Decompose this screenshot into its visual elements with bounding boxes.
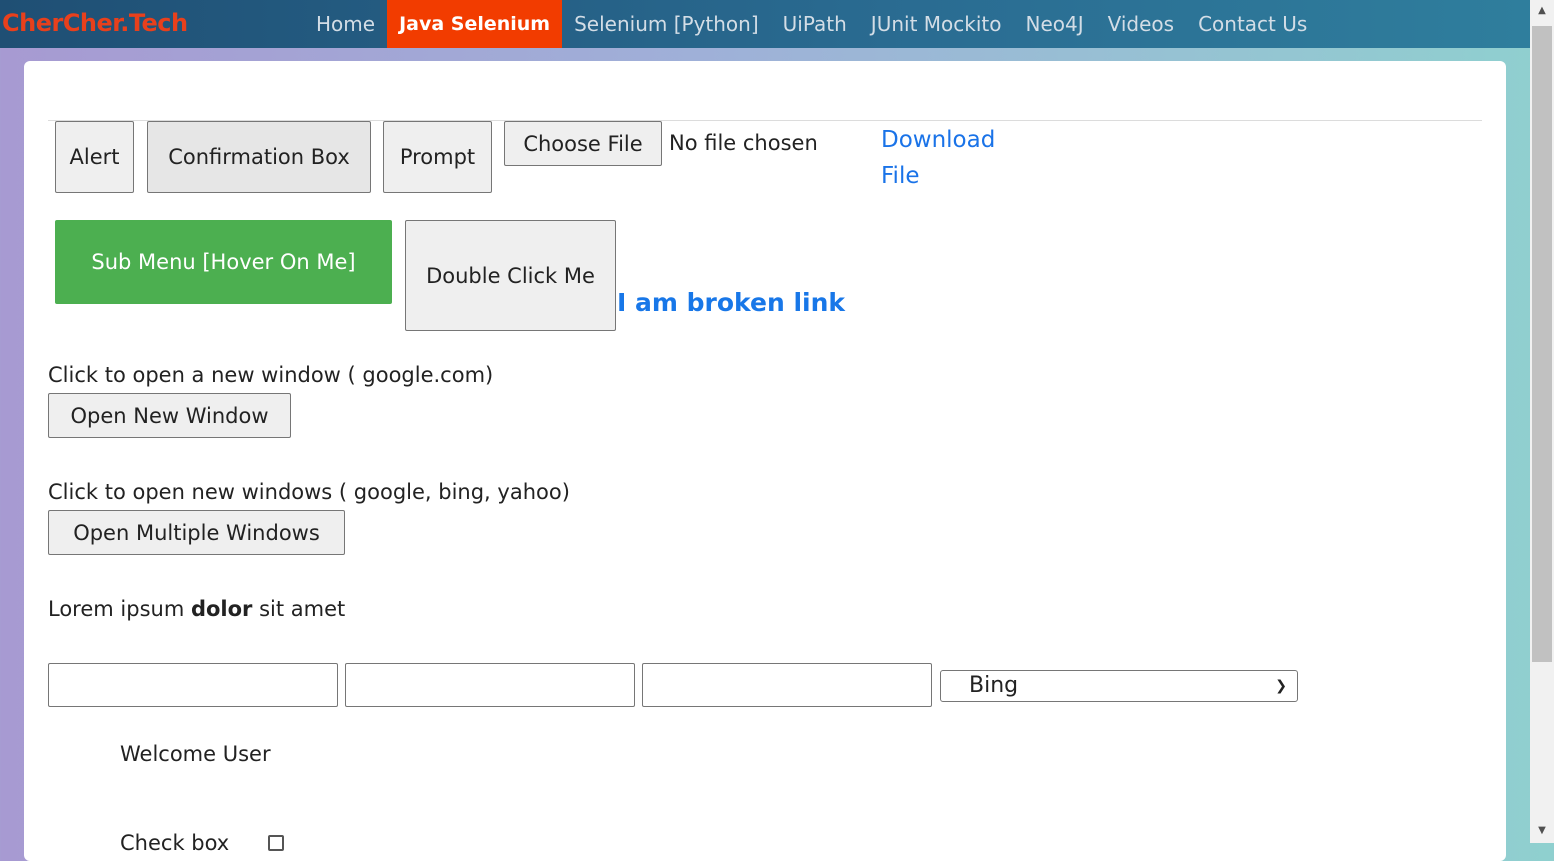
main-nav: Home Java Selenium Selenium [Python] UiP… (304, 0, 1319, 48)
scroll-down-arrow-icon[interactable]: ▼ (1530, 822, 1554, 840)
prompt-button[interactable]: Prompt (383, 121, 492, 193)
new-window-label: Click to open a new window ( google.com) (48, 363, 494, 387)
confirmation-box-button[interactable]: Confirmation Box (147, 121, 371, 193)
alert-button[interactable]: Alert (55, 121, 134, 193)
nav-uipath[interactable]: UiPath (771, 0, 859, 48)
multi-window-label: Click to open new windows ( google, bing… (48, 480, 570, 504)
nav-selenium-python[interactable]: Selenium [Python] (562, 0, 771, 48)
open-multiple-windows-button[interactable]: Open Multiple Windows (48, 510, 345, 555)
lorem-end: sit amet (252, 597, 346, 621)
vertical-scrollbar[interactable]: ▲ ▼ (1530, 0, 1554, 843)
chevron-down-icon: ❯ (1275, 678, 1287, 694)
search-engine-select[interactable]: Bing ❯ (940, 670, 1298, 702)
nav-neo4j[interactable]: Neo4J (1013, 0, 1095, 48)
lorem-start: Lorem ipsum (48, 597, 191, 621)
nav-home[interactable]: Home (304, 0, 387, 48)
choose-file-button[interactable]: Choose File (504, 121, 662, 166)
text-input-2[interactable] (345, 663, 635, 707)
scroll-thumb[interactable] (1532, 26, 1552, 662)
nav-contact-us[interactable]: Contact Us (1186, 0, 1319, 48)
text-input-3[interactable] (642, 663, 932, 707)
broken-link[interactable]: I am broken link (617, 288, 845, 317)
text-input-1[interactable] (48, 663, 338, 707)
file-status: No file chosen (669, 131, 818, 155)
scroll-up-arrow-icon[interactable]: ▲ (1530, 2, 1554, 20)
lorem-text: Lorem ipsum dolor sit amet (48, 597, 345, 621)
select-value: Bing (969, 673, 1019, 698)
open-new-window-button[interactable]: Open New Window (48, 393, 291, 438)
download-link-line1: Download (881, 127, 996, 153)
nav-videos[interactable]: Videos (1096, 0, 1186, 48)
lorem-bold: dolor (190, 597, 253, 621)
download-link-line2: File (881, 163, 920, 189)
nav-junit-mockito[interactable]: JUnit Mockito (859, 0, 1014, 48)
double-click-button[interactable]: Double Click Me (405, 220, 616, 331)
brand-logo[interactable]: CherCher.Tech (2, 9, 188, 37)
top-navbar: CherCher.Tech Home Java Selenium Seleniu… (0, 0, 1530, 48)
main-panel: Alert Confirmation Box Prompt Choose Fil… (24, 61, 1506, 861)
nav-java-selenium[interactable]: Java Selenium (387, 0, 563, 48)
sub-menu-hover-button[interactable]: Sub Menu [Hover On Me] (55, 220, 392, 304)
checkbox-label: Check box (120, 831, 230, 855)
welcome-text: Welcome User (120, 742, 271, 766)
checkbox[interactable] (268, 835, 284, 851)
download-file-link[interactable]: Download File (881, 122, 995, 194)
